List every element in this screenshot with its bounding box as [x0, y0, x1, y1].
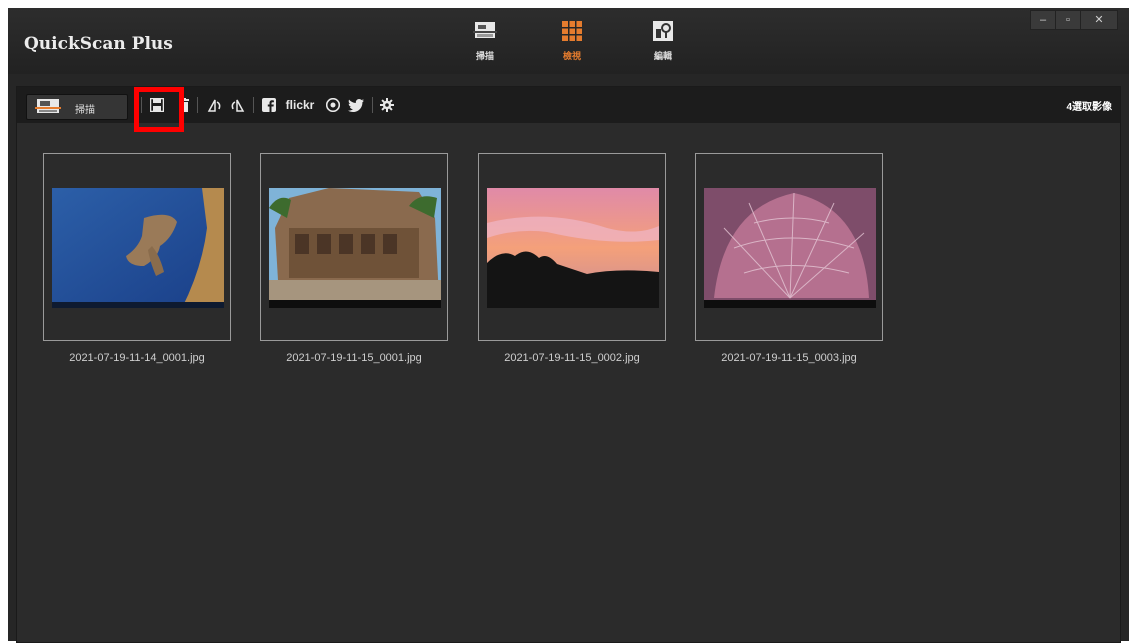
close-button[interactable]: ✕ [1080, 10, 1118, 30]
scanner-icon [35, 98, 61, 121]
rotate-right-icon[interactable] [229, 97, 247, 113]
grid-view-icon [547, 20, 597, 47]
tab-edit[interactable]: 編輯 [638, 20, 688, 62]
facebook-icon[interactable] [261, 97, 277, 113]
thumbnail-2[interactable] [260, 153, 448, 341]
app-window: QuickScan Plus 掃描 檢視 編輯 – ▫ ✕ 掃描 flickr … [8, 8, 1129, 643]
title-bar: QuickScan Plus 掃描 檢視 編輯 – ▫ ✕ [8, 8, 1129, 74]
thumbnail-4[interactable] [695, 153, 883, 341]
thumbnail-1[interactable] [43, 153, 231, 341]
tab-scan-label: 掃描 [475, 51, 494, 61]
settings-gear-icon[interactable] [379, 97, 395, 113]
edit-tools-icon [638, 20, 688, 47]
selected-count: 4選取影像 [1066, 102, 1112, 113]
thumbnail-4-filename: 2021-07-19-11-15_0003.jpg [721, 352, 857, 364]
highlight-box [134, 87, 184, 132]
app-title: QuickScan Plus [24, 34, 173, 54]
scan-button-label: 掃描 [75, 105, 95, 116]
flickr-icon[interactable]: flickr [281, 97, 319, 113]
picasa-icon[interactable] [325, 97, 341, 113]
thumbnail-1-filename: 2021-07-19-11-14_0001.jpg [69, 352, 205, 364]
thumbnail-2-filename: 2021-07-19-11-15_0001.jpg [286, 352, 422, 364]
photo-leaf-texture [704, 188, 876, 308]
toolbar-divider [197, 97, 198, 113]
photo-wooden-house [269, 188, 441, 308]
photo-rock-formation [52, 188, 224, 308]
toolbar-divider [372, 97, 373, 113]
content-panel: 掃描 flickr 4選取影像 2021-07-19-11-14_0001.jp… [16, 86, 1121, 643]
toolbar-divider [253, 97, 254, 113]
tab-view[interactable]: 檢視 [547, 20, 597, 62]
photo-sunset-sky [487, 188, 659, 308]
scanner-icon [460, 20, 510, 47]
tab-edit-label: 編輯 [653, 51, 672, 61]
tab-view-label: 檢視 [562, 51, 581, 61]
scan-button[interactable]: 掃描 [26, 94, 128, 120]
rotate-left-icon[interactable] [205, 97, 223, 113]
tab-scan[interactable]: 掃描 [460, 20, 510, 62]
maximize-button[interactable]: ▫ [1055, 10, 1081, 30]
twitter-icon[interactable] [347, 97, 365, 113]
minimize-button[interactable]: – [1030, 10, 1056, 30]
thumbnail-3[interactable] [478, 153, 666, 341]
thumbnail-3-filename: 2021-07-19-11-15_0002.jpg [504, 352, 640, 364]
